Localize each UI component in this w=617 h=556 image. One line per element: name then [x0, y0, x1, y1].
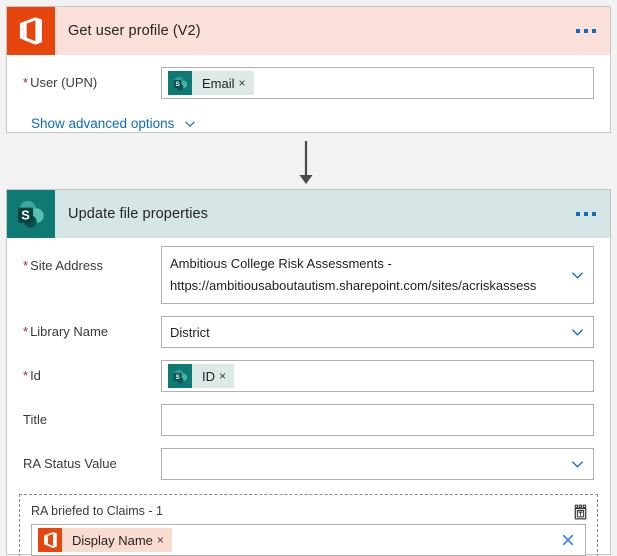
- required-asterisk: *: [23, 258, 29, 273]
- svg-text:S: S: [21, 207, 30, 222]
- site-address-dropdown[interactable]: Ambitious College Risk Assessments - htt…: [161, 246, 594, 304]
- required-asterisk: *: [23, 324, 29, 339]
- field-row-site-address: * Site Address Ambitious College Risk Ass…: [7, 246, 610, 304]
- show-advanced-options-link[interactable]: Show advanced options: [31, 116, 197, 131]
- card-body: * Site Address Ambitious College Risk Ass…: [7, 238, 610, 556]
- office365-icon: [7, 7, 55, 55]
- show-advanced-options-label: Show advanced options: [31, 116, 175, 131]
- card-header[interactable]: Get user profile (V2): [7, 7, 610, 55]
- token-chip-email[interactable]: S Email ×: [168, 71, 254, 95]
- chevron-down-icon: [185, 120, 196, 127]
- field-row-title: Title: [7, 404, 610, 436]
- trash-icon[interactable]: [571, 502, 591, 522]
- card-body: * User (UPN) S Email × Show advanced opt…: [7, 55, 610, 133]
- repeating-section-ra-briefed-to-claims: RA briefed to Claims - 1 Display Name ×: [19, 494, 598, 556]
- token-remove-button[interactable]: ×: [239, 77, 254, 89]
- token-remove-button[interactable]: ×: [219, 370, 234, 382]
- chevron-down-icon: [570, 325, 585, 340]
- svg-text:S: S: [175, 81, 180, 88]
- chevron-down-icon: [570, 457, 585, 472]
- dot: [592, 29, 596, 33]
- flow-designer-canvas: Get user profile (V2) * User (UPN) S Ema…: [0, 0, 617, 556]
- ra-status-value-dropdown[interactable]: [161, 448, 594, 480]
- clear-x-icon[interactable]: [561, 533, 575, 547]
- more-options-button[interactable]: [576, 29, 596, 33]
- field-label-user-upn: * User (UPN): [23, 75, 98, 90]
- field-control-ra-status-value: [161, 448, 594, 480]
- field-control-user-upn: S Email ×: [161, 67, 594, 99]
- dot: [576, 212, 580, 216]
- dot: [584, 212, 588, 216]
- token-chip-label: ID: [202, 368, 215, 384]
- required-asterisk: *: [23, 368, 29, 383]
- connector-arrow: [297, 141, 315, 186]
- repeating-section-title: RA briefed to Claims - 1: [31, 504, 163, 518]
- field-label-id: * Id: [23, 368, 41, 383]
- dot: [584, 29, 588, 33]
- field-row-library-name: * Library Name District: [7, 316, 610, 348]
- field-label-library-name: * Library Name: [23, 324, 109, 339]
- chevron-down-icon: [570, 268, 585, 283]
- required-asterisk: *: [23, 75, 29, 90]
- field-control-id: S ID ×: [161, 360, 594, 392]
- action-card-update-file-properties[interactable]: S Update file properties * Site Address A…: [6, 189, 611, 556]
- field-row-ra-status-value: RA Status Value: [7, 448, 610, 480]
- library-name-dropdown[interactable]: District: [161, 316, 594, 348]
- card-title: Get user profile (V2): [68, 23, 201, 39]
- token-chip-id[interactable]: S ID ×: [168, 364, 235, 388]
- repeating-item-input[interactable]: Display Name ×: [31, 524, 586, 556]
- token-chip-label: Email: [202, 75, 235, 91]
- office365-icon: [38, 528, 62, 552]
- site-address-value-line1: Ambitious College Risk Assessments -: [170, 256, 392, 271]
- dot: [592, 212, 596, 216]
- field-label-ra-status-value: RA Status Value: [23, 456, 117, 471]
- card-title: Update file properties: [68, 206, 209, 222]
- library-name-value: District: [170, 324, 210, 340]
- user-upn-input[interactable]: S Email ×: [161, 67, 594, 99]
- dot: [576, 29, 580, 33]
- field-control-title: [161, 404, 594, 436]
- token-chip-display-name[interactable]: Display Name ×: [38, 528, 172, 552]
- sharepoint-icon: S: [7, 190, 55, 238]
- field-control-site-address: Ambitious College Risk Assessments - htt…: [161, 246, 594, 304]
- field-label-site-address: * Site Address: [23, 258, 104, 273]
- token-chip-label: Display Name: [72, 532, 153, 548]
- id-input[interactable]: S ID ×: [161, 360, 594, 392]
- field-control-library-name: District: [161, 316, 594, 348]
- action-card-get-user-profile[interactable]: Get user profile (V2) * User (UPN) S Ema…: [6, 6, 611, 133]
- arrow-down-icon: [299, 141, 313, 184]
- site-address-value-line2: https://ambitiousaboutautism.sharepoint.…: [170, 278, 537, 293]
- sharepoint-icon: S: [168, 71, 192, 95]
- field-row-id: * Id S ID ×: [7, 360, 610, 392]
- svg-text:S: S: [175, 374, 180, 381]
- field-row-user-upn: * User (UPN) S Email ×: [7, 67, 610, 99]
- more-options-button[interactable]: [576, 212, 596, 216]
- token-remove-button[interactable]: ×: [157, 534, 172, 546]
- advanced-options-row: Show advanced options: [7, 115, 610, 133]
- card-header[interactable]: S Update file properties: [7, 190, 610, 238]
- field-label-title: Title: [23, 412, 48, 427]
- title-input[interactable]: [161, 404, 594, 436]
- sharepoint-icon: S: [168, 364, 192, 388]
